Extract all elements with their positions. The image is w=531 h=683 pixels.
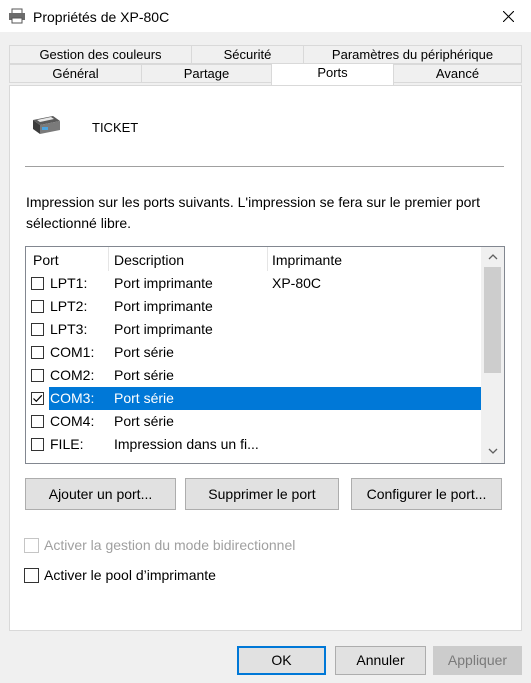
bidirectional-checkbox[interactable] xyxy=(24,538,39,553)
port-printer: XP-80C xyxy=(272,275,322,291)
tab-securite[interactable]: Sécurité xyxy=(191,45,304,64)
configure-port-button[interactable]: Configurer le port... xyxy=(351,478,502,510)
port-checkbox[interactable] xyxy=(31,369,44,382)
port-description: Port série xyxy=(114,344,174,360)
port-description: Port série xyxy=(114,413,174,429)
column-divider[interactable] xyxy=(267,247,268,271)
pooling-checkbox[interactable] xyxy=(24,568,39,583)
ok-button[interactable]: OK xyxy=(237,646,326,675)
bidirectional-label: Activer la gestion du mode bidirectionne… xyxy=(44,537,296,553)
port-checkbox[interactable] xyxy=(31,300,44,313)
close-button[interactable] xyxy=(486,0,531,32)
column-header-printer[interactable]: Imprimante xyxy=(272,247,342,271)
port-name: LPT3: xyxy=(50,321,88,337)
tab-partage[interactable]: Partage xyxy=(141,64,272,83)
port-description: Port imprimante xyxy=(114,298,213,314)
table-row[interactable]: COM1: Port série xyxy=(26,341,481,364)
separator xyxy=(25,166,504,167)
tab-avance[interactable]: Avancé xyxy=(393,64,522,83)
printer-icon xyxy=(8,8,26,24)
port-name: COM4: xyxy=(50,413,95,429)
port-checkbox[interactable] xyxy=(31,277,44,290)
apply-button[interactable]: Appliquer xyxy=(433,646,522,675)
tab-parametres-peripherique[interactable]: Paramètres du périphérique xyxy=(303,45,522,64)
table-row[interactable]: FILE: Impression dans un fi... xyxy=(26,433,481,456)
table-row[interactable]: LPT3: Port imprimante xyxy=(26,318,481,341)
column-divider[interactable] xyxy=(108,247,109,271)
port-checkbox-checked[interactable] xyxy=(31,392,44,405)
scroll-up-icon[interactable] xyxy=(481,249,504,267)
table-row-selected[interactable]: COM3: Port série xyxy=(49,387,481,410)
window-title: Propriétés de XP-80C xyxy=(33,9,170,25)
pooling-label: Activer le pool d’imprimante xyxy=(44,567,216,583)
add-port-button[interactable]: Ajouter un port... xyxy=(25,478,176,510)
vertical-scrollbar[interactable] xyxy=(481,247,504,463)
checkmark-icon xyxy=(33,394,43,403)
table-row[interactable]: COM4: Port série xyxy=(26,410,481,433)
port-description: Port série xyxy=(114,390,174,406)
tab-gestion-couleurs[interactable]: Gestion des couleurs xyxy=(9,45,192,64)
tab-ports[interactable]: Ports xyxy=(271,63,394,85)
ports-description: Impression sur les ports suivants. L'imp… xyxy=(26,194,480,231)
port-description: Port imprimante xyxy=(114,321,213,337)
port-name: FILE: xyxy=(50,436,84,452)
port-description: Impression dans un fi... xyxy=(114,436,259,452)
scrollbar-thumb[interactable] xyxy=(484,267,501,373)
port-description: Port imprimante xyxy=(114,275,213,291)
delete-port-button[interactable]: Supprimer le port xyxy=(185,478,339,510)
close-icon xyxy=(503,10,514,22)
port-name: COM1: xyxy=(50,344,95,360)
scroll-down-icon[interactable] xyxy=(481,443,504,461)
port-name: LPT1: xyxy=(50,275,88,291)
port-checkbox[interactable] xyxy=(31,346,44,359)
port-checkbox[interactable] xyxy=(31,438,44,451)
column-header-port[interactable]: Port xyxy=(33,247,59,271)
tab-general[interactable]: Général xyxy=(9,64,142,83)
printer-icon xyxy=(27,112,61,136)
port-name: COM3: xyxy=(50,390,95,406)
table-row[interactable]: COM2: Port série xyxy=(26,364,481,387)
port-description: Port série xyxy=(114,367,174,383)
column-header-description[interactable]: Description xyxy=(114,247,184,271)
table-row[interactable]: LPT2: Port imprimante xyxy=(26,295,481,318)
port-checkbox[interactable] xyxy=(31,415,44,428)
printer-name: TICKET xyxy=(92,120,139,135)
port-name: LPT2: xyxy=(50,298,88,314)
ports-list[interactable]: Port Description Imprimante LPT1: Port i… xyxy=(25,246,505,464)
cancel-button[interactable]: Annuler xyxy=(335,646,426,675)
port-checkbox[interactable] xyxy=(31,323,44,336)
port-name: COM2: xyxy=(50,367,95,383)
table-row[interactable]: LPT1: Port imprimante XP-80C xyxy=(26,272,481,295)
